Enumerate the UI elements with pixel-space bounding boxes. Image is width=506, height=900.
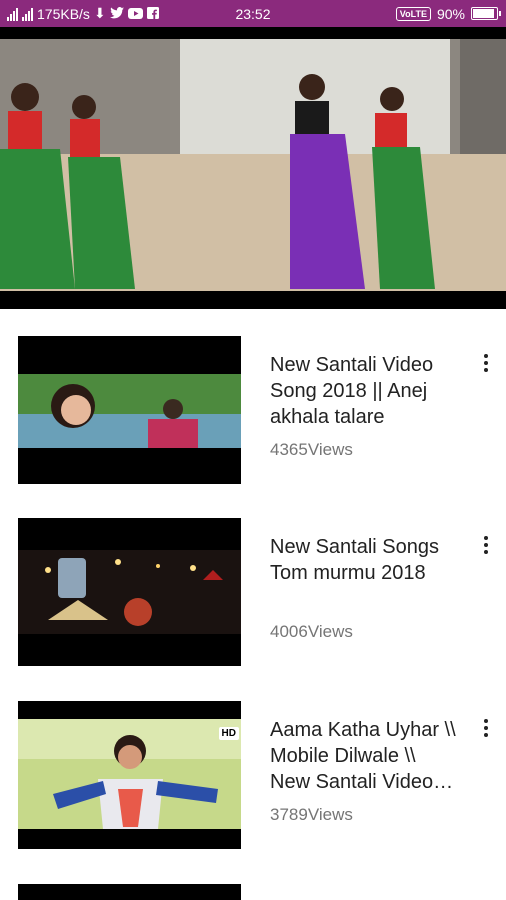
video-thumbnail[interactable] <box>18 884 241 900</box>
video-thumbnail[interactable] <box>18 336 241 484</box>
battery-fill <box>473 9 494 18</box>
battery-icon <box>471 7 501 20</box>
video-player[interactable] <box>0 27 506 309</box>
status-bar: 175KB/s ⬇ 23:52 VoLTE 90% <box>0 0 506 27</box>
video-views: 4365Views <box>270 440 353 459</box>
video-thumbnail[interactable] <box>18 518 241 666</box>
battery-percent: 90% <box>436 5 465 22</box>
thumbnail-image <box>18 719 241 829</box>
video-list-item[interactable]: New Santali Video Song 2018 || Anej akha… <box>0 336 506 486</box>
thumbnail-image <box>18 374 241 448</box>
thumbnail-image <box>18 550 241 634</box>
video-frame[interactable] <box>0 39 506 307</box>
video-title[interactable]: Aama Katha Uyhar \\ Mobile Dilwale \\ Ne… <box>270 717 460 795</box>
video-list-item[interactable]: HD Aama Katha Uyhar \\ Mobile Dilwale \\… <box>0 701 506 851</box>
video-title[interactable]: New Santali Songs Tom murmu 2018 <box>270 534 460 586</box>
status-right: VoLTE 90% <box>395 0 501 27</box>
more-vert-icon[interactable] <box>476 534 496 558</box>
video-thumbnail[interactable]: HD <box>18 701 241 849</box>
more-vert-icon[interactable] <box>476 352 496 376</box>
video-list-item[interactable]: New Santali Songs Tom murmu 2018 4006Vie… <box>0 518 506 668</box>
video-title[interactable]: New Santali Video Song 2018 || Anej akha… <box>270 352 460 430</box>
hd-badge: HD <box>218 727 239 740</box>
video-views: 4006Views <box>270 622 353 641</box>
volte-badge: VoLTE <box>395 6 431 21</box>
more-vert-icon[interactable] <box>476 717 496 741</box>
video-views: 3789Views <box>270 805 353 824</box>
video-list-item-partial[interactable] <box>0 884 506 900</box>
